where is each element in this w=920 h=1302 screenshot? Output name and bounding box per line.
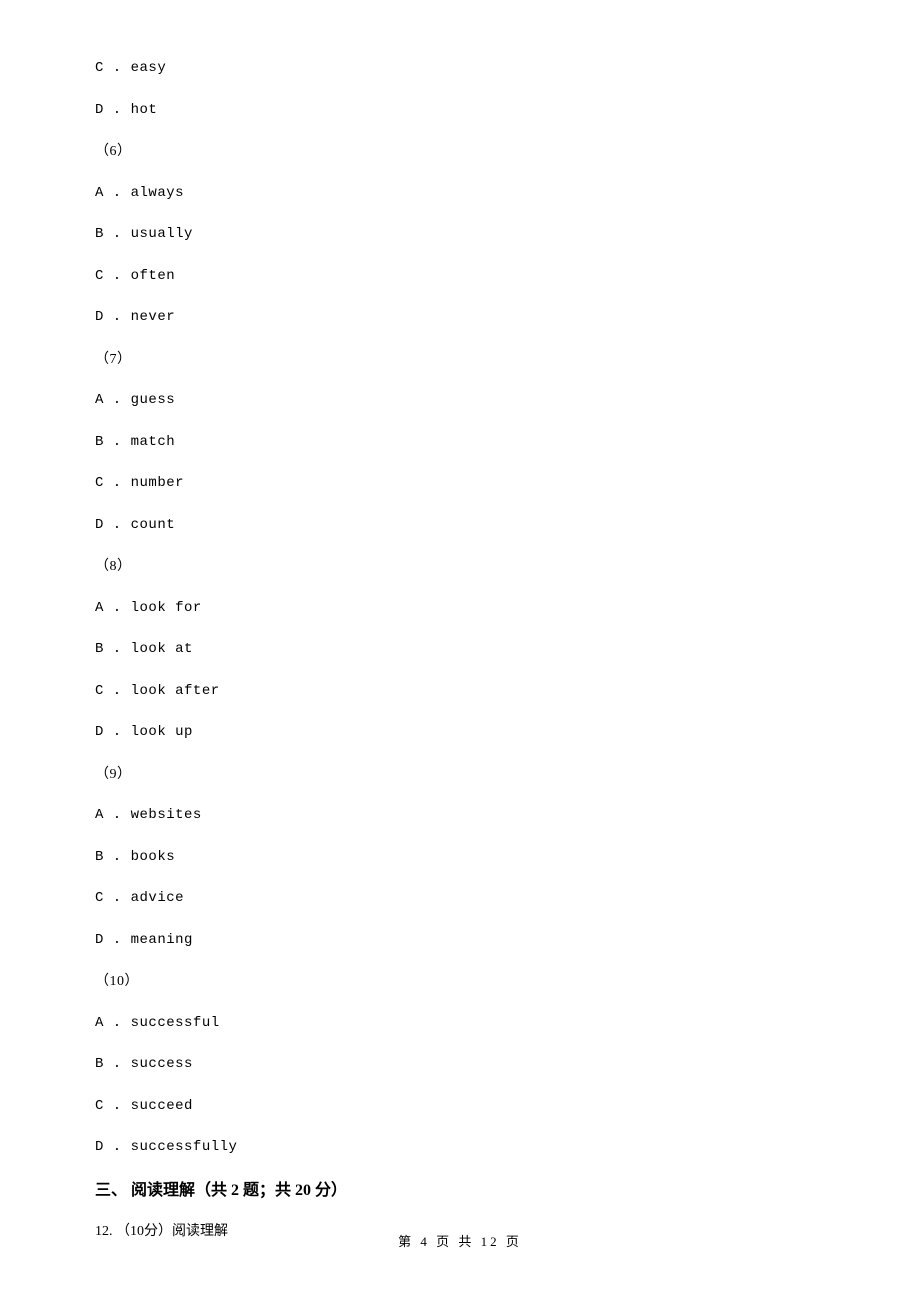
page-footer: 第 4 页 共 12 页 [0,1231,920,1250]
option-text: meaning [131,932,193,948]
option-label: B [95,1056,104,1072]
option-label: D [95,724,104,740]
option-label: C [95,475,104,491]
option-text: books [131,849,176,865]
option-label: A [95,600,104,616]
option-text: advice [131,890,184,906]
option-line: D . hot [95,100,825,121]
option-label: B [95,849,104,865]
option-line: B . match [95,432,825,453]
option-line: C . look after [95,681,825,702]
option-text: match [131,434,176,450]
option-line: A . guess [95,390,825,411]
option-line: C . succeed [95,1096,825,1117]
option-line: D . successfully [95,1137,825,1158]
option-label: D [95,517,104,533]
option-text: websites [131,807,202,823]
option-line: A . always [95,183,825,204]
question-number: （7） [95,349,825,370]
option-line: B . usually [95,224,825,245]
option-text: often [131,268,176,284]
option-text: look for [131,600,202,616]
option-text: successfully [131,1139,238,1155]
option-text: success [131,1056,193,1072]
option-text: easy [131,60,167,76]
option-text: always [131,185,184,201]
option-line: C . number [95,473,825,494]
option-line: C . advice [95,888,825,909]
option-label: D [95,932,104,948]
section-heading: 三、 阅读理解（共 2 题；共 20 分） [95,1179,825,1203]
option-line: C . often [95,266,825,287]
question-number: （6） [95,141,825,162]
option-text: never [131,309,176,325]
option-text: look up [131,724,193,740]
option-line: B . books [95,847,825,868]
option-text: number [131,475,184,491]
option-label: B [95,434,104,450]
option-label: A [95,1015,104,1031]
option-label: B [95,226,104,242]
option-text: count [131,517,176,533]
option-line: B . look at [95,639,825,660]
option-line: D . look up [95,722,825,743]
option-label: A [95,392,104,408]
option-text: look after [131,683,220,699]
page-container: C . easy D . hot （6） A . always B . usua… [0,0,920,1302]
option-label: D [95,1139,104,1155]
content-area: C . easy D . hot （6） A . always B . usua… [95,58,825,1242]
option-text: hot [131,102,158,118]
question-number: （9） [95,764,825,785]
option-label: C [95,268,104,284]
option-line: D . count [95,515,825,536]
option-line: A . websites [95,805,825,826]
option-label: D [95,309,104,325]
option-text: succeed [131,1098,193,1114]
option-text: look at [131,641,193,657]
option-text: usually [131,226,193,242]
option-label: B [95,641,104,657]
option-text: successful [131,1015,220,1031]
option-line: A . look for [95,598,825,619]
option-label: C [95,1098,104,1114]
option-label: C [95,683,104,699]
option-line: A . successful [95,1013,825,1034]
option-label: D [95,102,104,118]
option-line: C . easy [95,58,825,79]
option-line: D . meaning [95,930,825,951]
option-label: C [95,60,104,76]
question-number: （10） [95,971,825,992]
option-label: C [95,890,104,906]
question-number: （8） [95,556,825,577]
option-label: A [95,185,104,201]
option-line: B . success [95,1054,825,1075]
option-line: D . never [95,307,825,328]
option-text: guess [131,392,176,408]
option-label: A [95,807,104,823]
